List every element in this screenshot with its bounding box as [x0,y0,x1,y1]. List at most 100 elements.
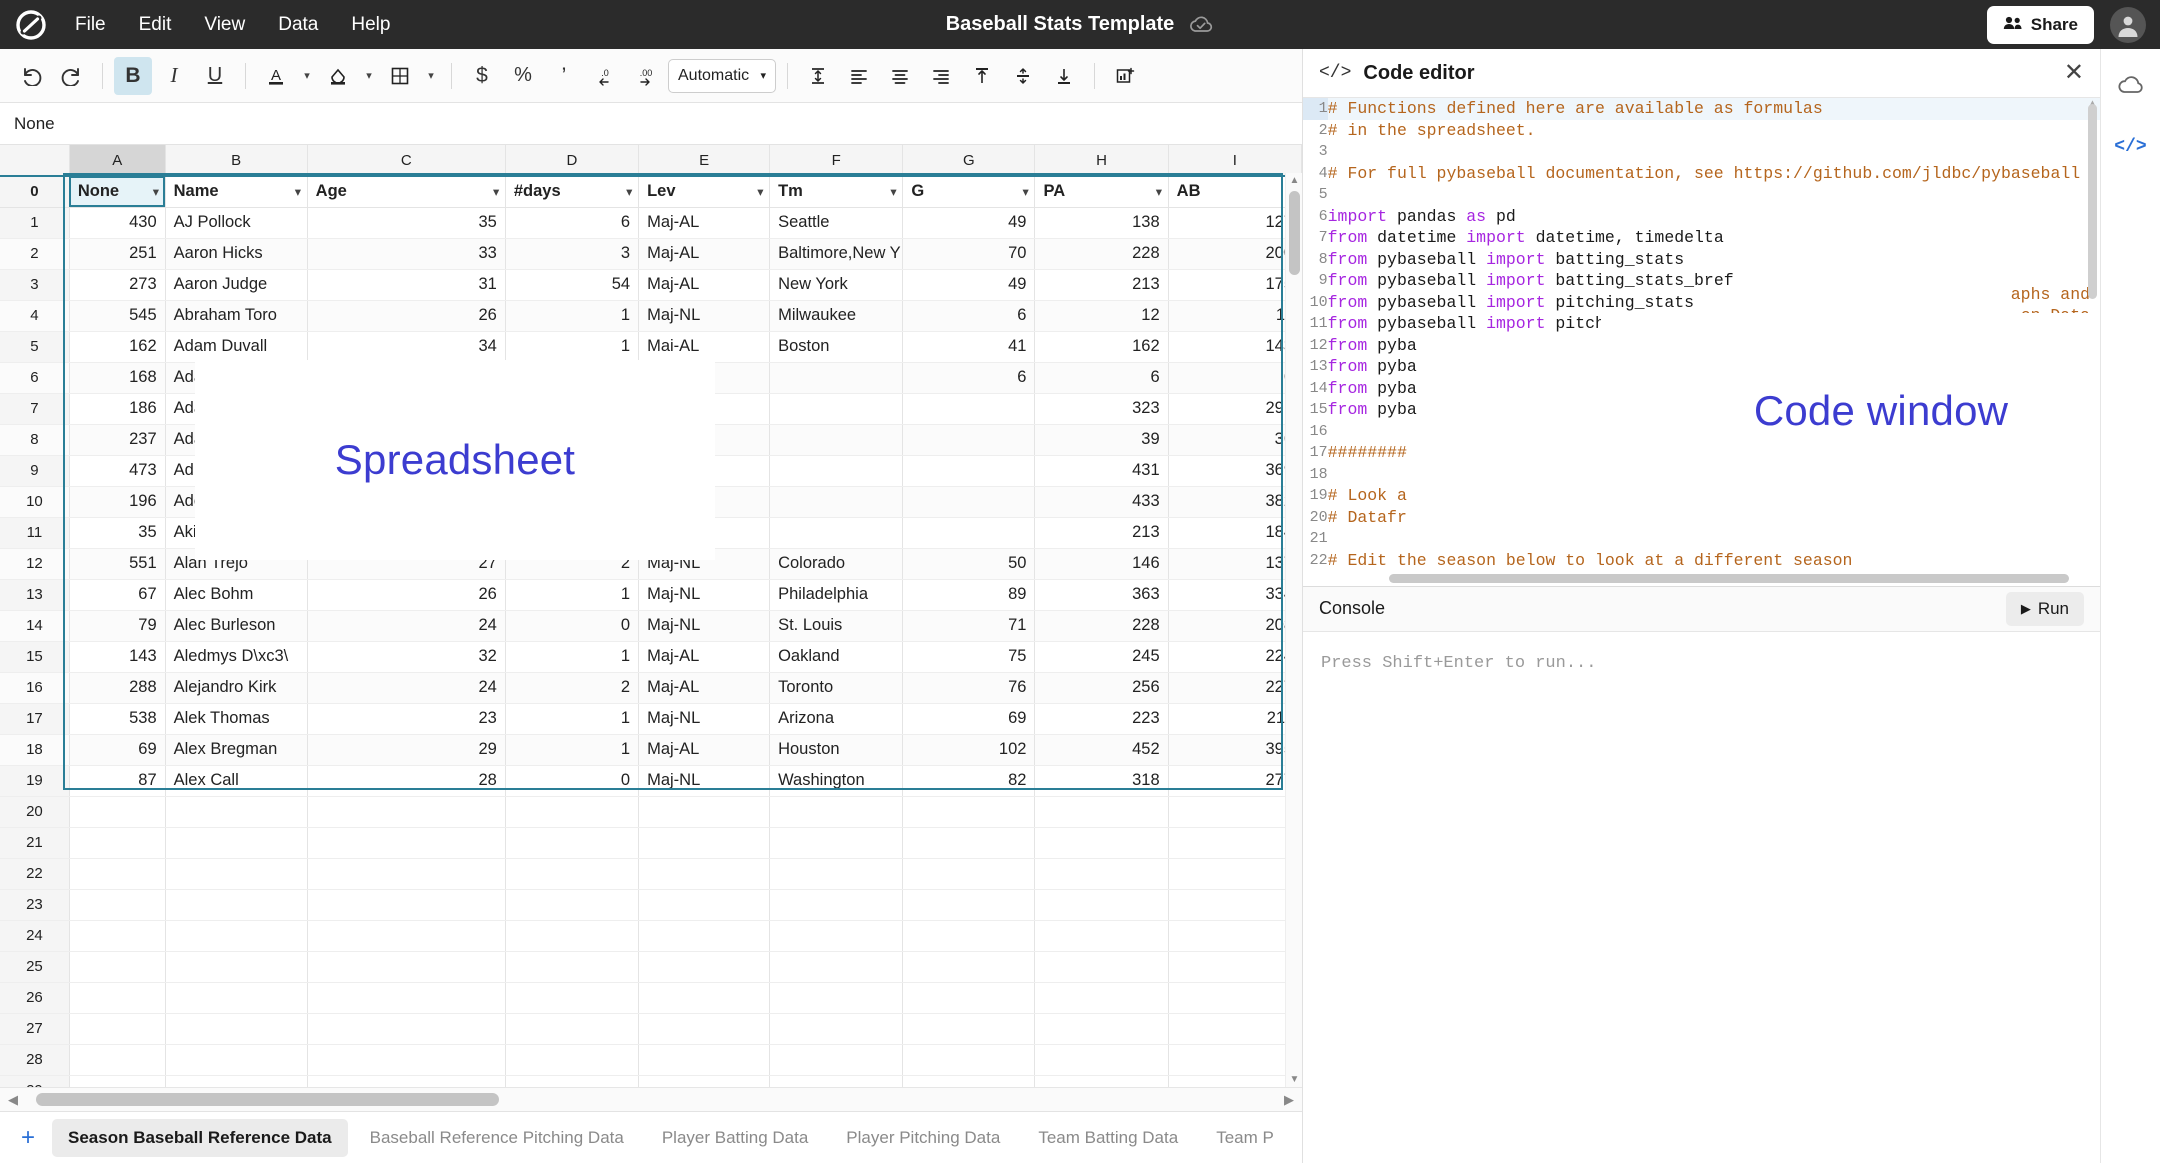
hscroll-track[interactable] [26,1093,1276,1106]
scroll-up-icon[interactable]: ▲ [1286,175,1302,186]
horizontal-scroll-thumb[interactable] [36,1093,499,1106]
grid-cell[interactable] [165,858,307,889]
grid-cell[interactable] [307,951,505,982]
grid-cell[interactable]: Adley Rutsch [165,455,307,486]
grid-cell[interactable]: Maj-AL [639,672,770,703]
grid-cell[interactable]: 39 [1035,424,1168,455]
grid-cell[interactable]: Alec Burleson [165,610,307,641]
grid-cell[interactable] [505,796,638,827]
column-header-e[interactable]: E [639,145,770,176]
grid-cell[interactable]: Alec Bohm [165,579,307,610]
code-line-text[interactable]: # Functions defined here are available a… [1328,98,2100,120]
grid-cell[interactable]: 186 [69,393,165,424]
grid-cell[interactable]: 224 [1168,641,1301,672]
row-header[interactable]: 9 [0,455,69,486]
grid-cell[interactable] [69,858,165,889]
grid-cell[interactable]: 228 [1035,238,1168,269]
cell-header-none[interactable]: None ▾ [69,176,165,207]
grid-cell[interactable]: Adam Engel [165,362,307,393]
grid-cell[interactable]: 3 [505,238,638,269]
grid-cell[interactable]: Maj-AL [639,734,770,765]
grid-cell[interactable] [505,455,638,486]
row-header[interactable]: 11 [0,517,69,548]
chevron-down-icon[interactable]: ▾ [153,185,159,198]
grid-cell[interactable]: 6 [903,300,1035,331]
grid-cell[interactable]: 6 [1035,362,1168,393]
grid-cell[interactable]: Adolis Garc\x [165,486,307,517]
add-sheet-button[interactable]: + [10,1120,46,1156]
grid-cell[interactable] [505,827,638,858]
row-header[interactable]: 12 [0,548,69,579]
grid-cell[interactable] [639,796,770,827]
row-header[interactable]: 29 [0,1075,69,1087]
grid-cell[interactable]: 277 [1168,765,1301,796]
grid-cell[interactable]: Alex Call [165,765,307,796]
grid-cell[interactable] [307,517,505,548]
grid-cell[interactable]: 291 [1168,393,1301,424]
row-header[interactable]: 18 [0,734,69,765]
grid-cell[interactable] [307,424,505,455]
console-input[interactable]: Press Shift+Enter to run... [1303,632,2100,1163]
row-header[interactable]: 27 [0,1013,69,1044]
grid-cell[interactable]: 1 [505,703,638,734]
grid-cell[interactable]: 143 [69,641,165,672]
grid-cell[interactable]: 12 [1035,300,1168,331]
grid-cell[interactable]: 256 [1035,672,1168,703]
redo-button[interactable] [53,57,91,95]
chevron-down-icon[interactable]: ▾ [891,185,897,198]
grid-cell[interactable] [770,982,903,1013]
borders-button[interactable] [381,57,419,95]
currency-format-button[interactable]: $ [463,57,501,95]
grid-cell[interactable]: 211 [1168,703,1301,734]
grid-cell[interactable] [1168,1044,1301,1075]
grid-cell[interactable]: Maj-NL [639,579,770,610]
align-left-button[interactable] [840,57,878,95]
grid-cell[interactable]: Colorado [770,548,903,579]
grid-cell[interactable] [505,1013,638,1044]
grid-cell[interactable]: 6 [505,207,638,238]
grid-cell[interactable]: 237 [69,424,165,455]
grid-cell[interactable]: 26 [307,579,505,610]
grid-cell[interactable] [903,424,1035,455]
grid-cell[interactable] [639,889,770,920]
align-right-button[interactable] [922,57,960,95]
grid-cell[interactable]: 473 [69,455,165,486]
row-header[interactable]: 2 [0,238,69,269]
grid-cell[interactable] [639,455,770,486]
grid-cell[interactable] [1035,1044,1168,1075]
grid-cell[interactable]: 24 [307,672,505,703]
grid-cell[interactable] [69,920,165,951]
row-header[interactable]: 23 [0,889,69,920]
row-header[interactable]: 7 [0,393,69,424]
grid-cell[interactable]: 318 [1035,765,1168,796]
grid-cell[interactable]: 200 [1168,238,1301,269]
grid-cell[interactable] [770,827,903,858]
comma-format-button[interactable]: ’ [545,57,583,95]
row-header[interactable]: 21 [0,827,69,858]
grid-cell[interactable]: 70 [903,238,1035,269]
grid-cell[interactable]: Adam Duvall [165,331,307,362]
grid-cell[interactable] [165,1044,307,1075]
grid-cell[interactable]: 82 [903,765,1035,796]
grid-cell[interactable] [307,982,505,1013]
undo-button[interactable] [12,57,50,95]
grid-cell[interactable]: Boston [770,331,903,362]
grid-cell[interactable]: 143 [1168,331,1301,362]
cloud-icon[interactable] [2111,65,2151,105]
grid-cell[interactable]: 49 [903,269,1035,300]
row-header[interactable]: 14 [0,610,69,641]
sheet-tab[interactable]: Baseball Reference Pitching Data [354,1119,640,1157]
grid-cell[interactable]: 49 [903,207,1035,238]
grid-cell[interactable]: 213 [1035,269,1168,300]
grid-cell[interactable]: 431 [1035,455,1168,486]
grid-cell[interactable] [1035,827,1168,858]
grid-cell[interactable] [307,827,505,858]
grid-cell[interactable] [307,1075,505,1087]
grid-cell[interactable]: 27 [307,548,505,579]
grid-cell[interactable] [903,889,1035,920]
grid-cell[interactable]: 208 [1168,610,1301,641]
grid-cell[interactable] [639,486,770,517]
cell-header-ab[interactable]: AB ▾ [1168,176,1301,207]
code-line-text[interactable] [1328,141,2100,163]
grid-cell[interactable] [903,951,1035,982]
